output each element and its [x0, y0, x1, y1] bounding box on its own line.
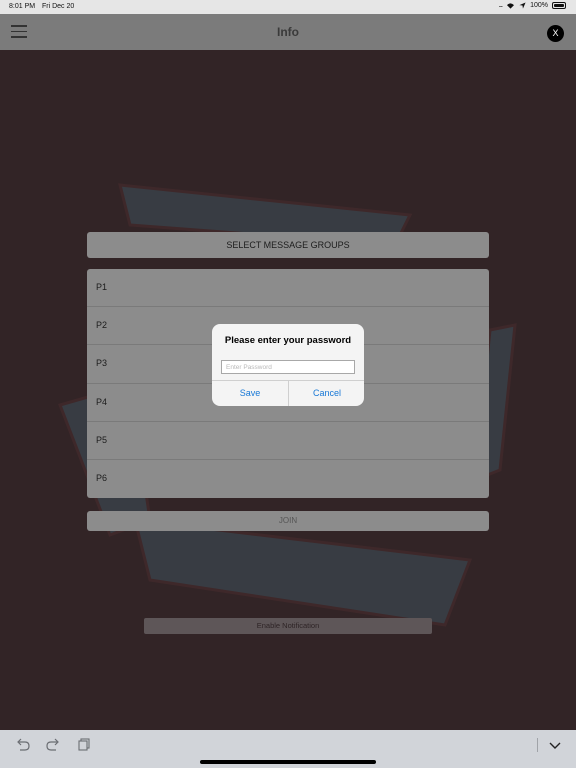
toolbar-divider [537, 738, 538, 752]
dismiss-keyboard-icon[interactable] [547, 738, 563, 752]
page-title: Info [277, 25, 299, 39]
redo-icon[interactable] [45, 738, 61, 752]
join-button[interactable]: JOIN [87, 511, 489, 531]
wifi-icon [507, 3, 515, 9]
password-dialog: Please enter your password Save Cancel [212, 324, 364, 406]
battery-icon [552, 2, 566, 9]
select-message-groups-header: SELECT MESSAGE GROUPS [87, 232, 489, 258]
group-item-p1[interactable]: P1 [87, 269, 489, 308]
status-bar: 8:01 PM Fri Dec 20 .... 100% [0, 0, 576, 14]
save-button[interactable]: Save [212, 381, 288, 406]
status-time: 8:01 PM [9, 3, 36, 10]
cancel-button[interactable]: Cancel [289, 381, 364, 406]
password-input[interactable] [221, 360, 355, 374]
keyboard-shortcut-bar [0, 730, 576, 768]
enable-notification-button[interactable]: Enable Notification [144, 618, 432, 634]
status-date: Fri Dec 20 [42, 3, 75, 10]
group-item-p5[interactable]: P5 [87, 422, 489, 460]
signal-dots-icon: .... [498, 2, 503, 9]
undo-icon[interactable] [15, 738, 31, 752]
status-indicators: .... 100% [498, 2, 566, 9]
close-button[interactable]: X [547, 25, 564, 42]
location-icon [519, 2, 526, 9]
battery-percent: 100% [530, 2, 548, 9]
home-indicator [200, 760, 376, 764]
nav-bar: Info X [0, 14, 576, 50]
group-item-p6[interactable]: P6 [87, 460, 489, 498]
dialog-title: Please enter your password [224, 335, 352, 346]
paste-icon[interactable] [76, 738, 92, 752]
